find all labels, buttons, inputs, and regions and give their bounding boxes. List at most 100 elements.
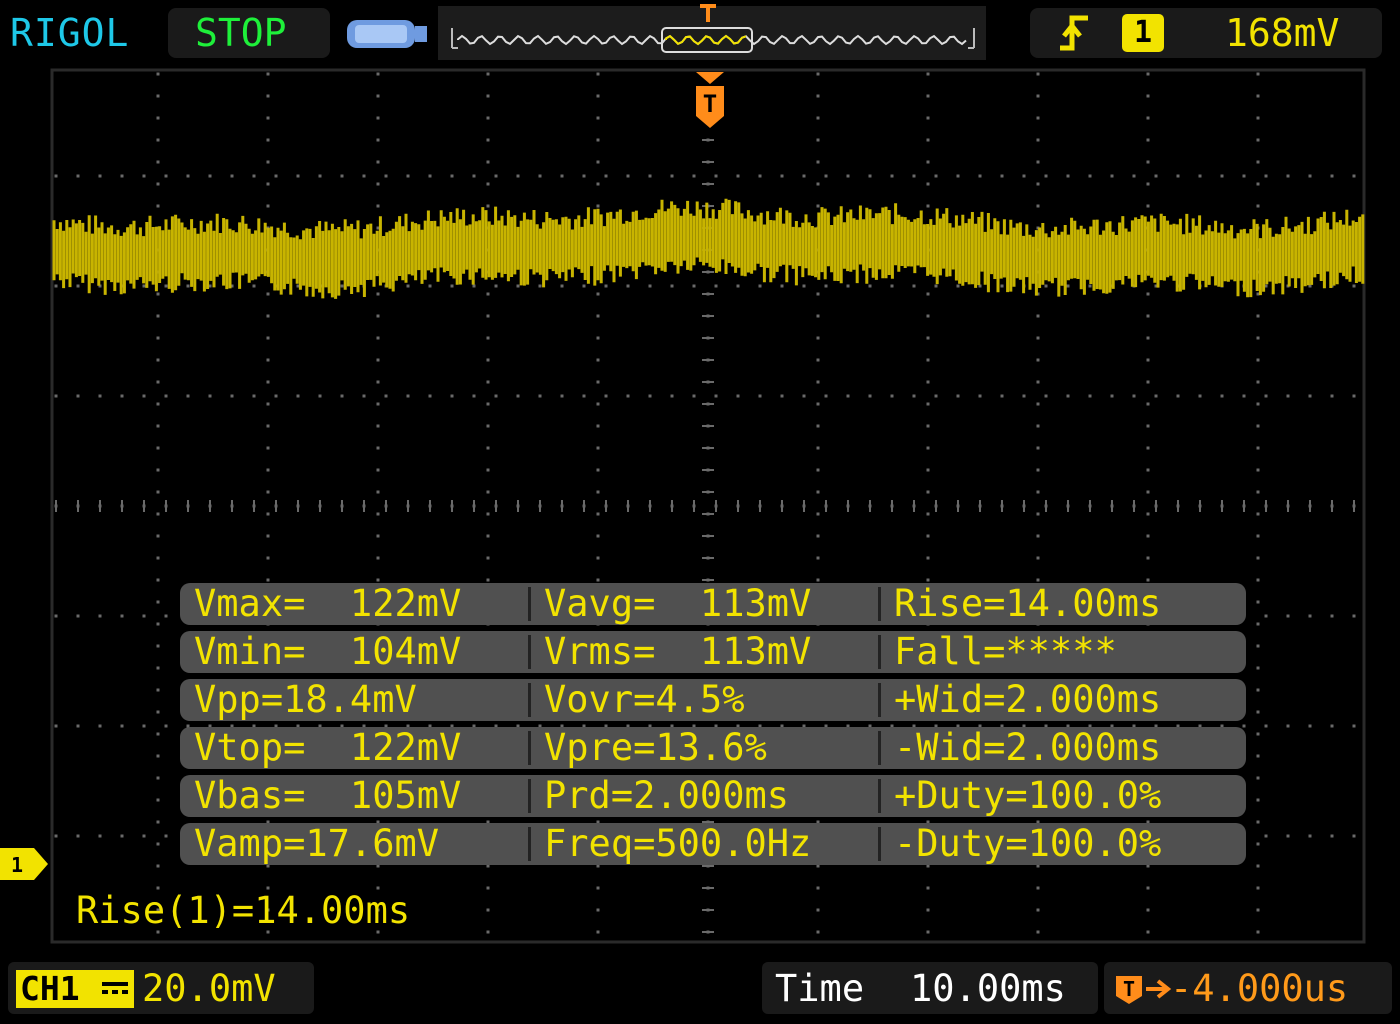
grid-tick — [702, 183, 714, 185]
grid-tick — [702, 909, 714, 911]
grid-dot — [1146, 182, 1150, 186]
grid-tick — [702, 381, 714, 383]
grid-dot — [1352, 834, 1356, 838]
grid-dot — [54, 614, 58, 618]
measurement-separator — [878, 779, 881, 813]
grid-dot — [802, 394, 806, 398]
grid-dot — [1066, 174, 1070, 178]
grid-dot — [1256, 864, 1260, 868]
grid-dot — [142, 284, 146, 288]
grid-dot — [1146, 292, 1150, 296]
grid-dot — [376, 292, 380, 296]
grid-dot — [1036, 314, 1040, 318]
grid-dot — [98, 834, 102, 838]
grid-dot — [926, 182, 930, 186]
grid-dot — [1256, 798, 1260, 802]
grid-tick — [495, 500, 497, 512]
grid-dot — [912, 174, 916, 178]
grid-tick — [891, 500, 893, 512]
grid-dot — [156, 798, 160, 802]
measurement-row: Vmax= 122mV Vavg= 113mV Rise=14.00ms — [180, 583, 1246, 625]
grid-tick — [517, 500, 519, 512]
grid-dot — [926, 534, 930, 538]
grid-dot — [494, 394, 498, 398]
grid-dot — [1110, 174, 1114, 178]
grid-dot — [1146, 94, 1150, 98]
grid-dot — [296, 394, 300, 398]
grid-dot — [824, 174, 828, 178]
grid-dot — [156, 204, 160, 208]
channel1-badge-label: CH1 — [20, 969, 80, 1008]
grid-tick — [1199, 500, 1201, 512]
grid-dot — [516, 174, 520, 178]
grid-dot — [1286, 174, 1290, 178]
grid-dot — [926, 886, 930, 890]
grid-dot — [956, 394, 960, 398]
grid-dot — [252, 174, 256, 178]
grid-dot — [252, 394, 256, 398]
grid-dot — [376, 94, 380, 98]
grid-tick — [1287, 500, 1289, 512]
grid-tick — [803, 500, 805, 512]
measurement-value: Freq=500.0Hz — [544, 822, 812, 865]
grid-dot — [1264, 834, 1268, 838]
grid-dot — [1330, 174, 1334, 178]
grid-dot — [1088, 394, 1092, 398]
grid-dot — [1036, 182, 1040, 186]
grid-tick — [451, 500, 453, 512]
grid-dot — [266, 182, 270, 186]
grid-tick — [473, 500, 475, 512]
grid-tick — [1133, 500, 1135, 512]
grid-dot — [1088, 174, 1092, 178]
grid-dot — [230, 394, 234, 398]
grid-dot — [1256, 688, 1260, 692]
grid-dot — [926, 380, 930, 384]
grid-dot — [926, 160, 930, 164]
svg-text:T: T — [1123, 977, 1135, 1001]
grid-dot — [596, 512, 600, 516]
grid-tick — [1331, 500, 1333, 512]
grid-dot — [156, 116, 160, 120]
grid-dot — [560, 174, 564, 178]
grid-dot — [486, 908, 490, 912]
grid-dot — [54, 834, 58, 838]
grid-dot — [582, 174, 586, 178]
grid-dot — [596, 930, 600, 934]
trigger-source-badge: 1 — [1122, 14, 1164, 52]
grid-tick — [702, 425, 714, 427]
grid-tick — [143, 500, 145, 512]
grid-dot — [926, 424, 930, 428]
grid-tick — [1089, 500, 1091, 512]
grid-tick — [1067, 500, 1069, 512]
grid-tick — [671, 500, 673, 512]
grid-dot — [1036, 138, 1040, 142]
grid-dot — [1352, 174, 1356, 178]
grid-dot — [648, 174, 652, 178]
trigger-delay-value: -4.000us — [1170, 967, 1349, 1010]
grid-dot — [1198, 174, 1202, 178]
measurement-row: Vbas= 105mV Prd=2.000ms +Duty=100.0% — [180, 775, 1246, 817]
measurement-separator — [878, 587, 881, 621]
channel1-ground-marker[interactable]: 1 — [0, 848, 48, 880]
grid-dot — [340, 284, 344, 288]
grid-dot — [596, 908, 600, 912]
grid-tick — [583, 500, 585, 512]
grid-dot — [846, 174, 850, 178]
measurement-separator — [528, 731, 531, 765]
grid-dot — [1242, 394, 1246, 398]
grid-dot — [1176, 174, 1180, 178]
grid-dot — [486, 512, 490, 516]
grid-dot — [486, 446, 490, 450]
grid-dot — [1036, 534, 1040, 538]
grid-dot — [692, 284, 696, 288]
grid-dot — [376, 490, 380, 494]
grid-tick — [847, 500, 849, 512]
grid-dot — [156, 94, 160, 98]
grid-dot — [736, 284, 740, 288]
grid-tick — [1309, 500, 1311, 512]
grid-dot — [376, 314, 380, 318]
grid-dot — [98, 724, 102, 728]
grid-dot — [816, 314, 820, 318]
grid-dot — [76, 724, 80, 728]
grid-dot — [376, 446, 380, 450]
